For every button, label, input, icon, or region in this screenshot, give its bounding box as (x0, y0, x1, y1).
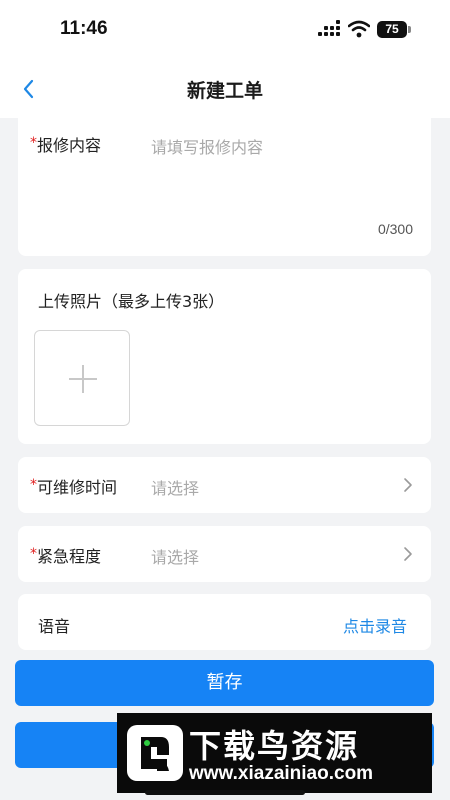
home-indicator (145, 790, 305, 795)
repair-time-label: *可维修时间 (30, 474, 117, 498)
repair-time-label-text: 可维修时间 (37, 478, 118, 497)
voice-row: 语音 点击录音 (18, 594, 431, 650)
repair-content-label-text: 报修内容 (37, 136, 102, 155)
signal-icon (318, 20, 342, 38)
plus-icon (69, 365, 97, 393)
chevron-right-icon (404, 478, 412, 492)
photo-upload-card: 上传照片（最多上传3张） (18, 269, 431, 444)
watermark-title: 下载鸟资源 (189, 727, 360, 765)
char-counter: 0/300 (377, 221, 413, 237)
watermark: 下载鸟资源 www.xiazainiao.com (117, 713, 432, 793)
urgency-label: *紧急程度 (30, 543, 101, 567)
voice-label: 语音 (38, 617, 71, 636)
required-mark: * (30, 135, 37, 151)
add-photo-button[interactable] (34, 330, 130, 426)
urgency-label-text: 紧急程度 (37, 547, 102, 566)
required-mark: * (30, 477, 37, 493)
status-time: 11:46 (60, 18, 108, 39)
required-mark: * (30, 546, 37, 562)
repair-content-input[interactable]: 请填写报修内容 (151, 134, 263, 158)
page-title: 新建工单 (186, 80, 263, 102)
repair-time-row[interactable]: *可维修时间 请选择 (18, 457, 431, 513)
chevron-right-icon (404, 547, 412, 561)
nav-bar: 新建工单 (0, 60, 450, 118)
repair-content-card: *报修内容 请填写报修内容 0/300 (18, 118, 431, 256)
save-draft-button[interactable]: 暂存 (15, 660, 434, 706)
wifi-icon (348, 20, 370, 38)
repair-content-label: *报修内容 (30, 132, 101, 156)
battery-icon: 75 (377, 21, 407, 38)
battery-cap (408, 26, 411, 33)
urgency-value: 请选择 (151, 548, 200, 567)
bird-logo-icon (127, 725, 183, 781)
status-bar: 11:46 75 (0, 0, 450, 60)
photo-upload-label: 上传照片（最多上传3张） (38, 292, 225, 311)
record-button[interactable]: 点击录音 (343, 613, 407, 637)
repair-time-value: 请选择 (151, 479, 200, 498)
watermark-url: www.xiazainiao.com (189, 763, 374, 784)
urgency-row[interactable]: *紧急程度 请选择 (18, 526, 431, 582)
